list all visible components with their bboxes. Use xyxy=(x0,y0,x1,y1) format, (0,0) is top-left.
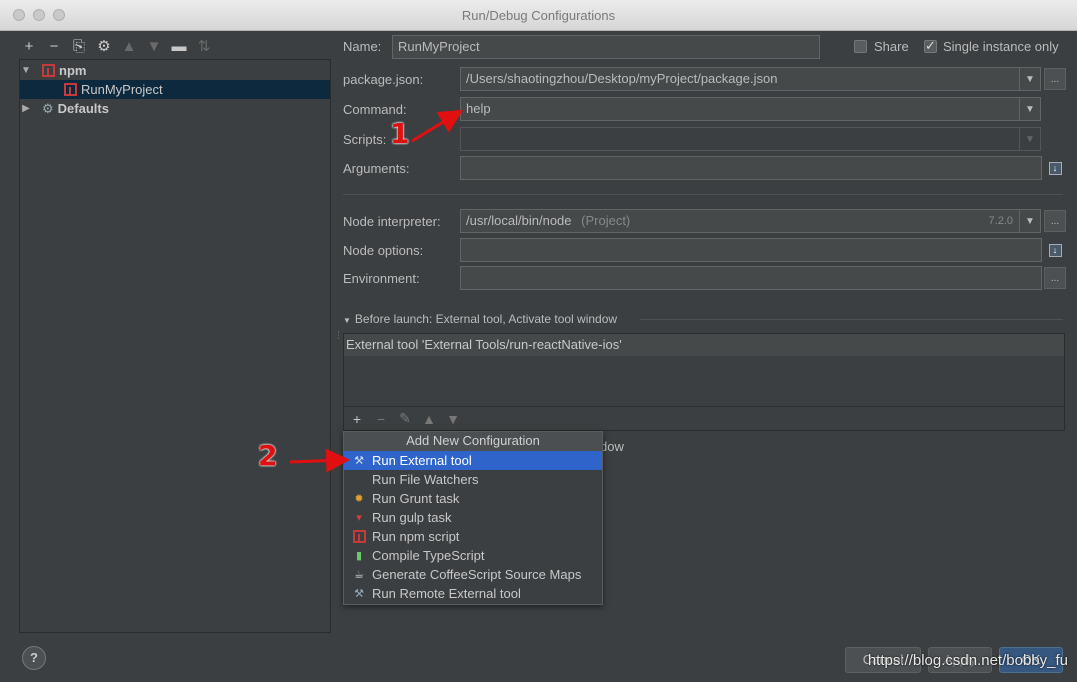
annotation-arrow-1 xyxy=(411,109,464,143)
annotation-marker-1: 1 xyxy=(390,117,410,150)
watermark-text: https://blog.csdn.net/bobby_fu xyxy=(867,652,1068,669)
annotation-marker-2: 2 xyxy=(258,439,278,472)
help-button[interactable]: ? xyxy=(22,646,46,670)
annotation-arrows xyxy=(289,109,464,473)
annotation-arrow-2 xyxy=(289,448,350,473)
